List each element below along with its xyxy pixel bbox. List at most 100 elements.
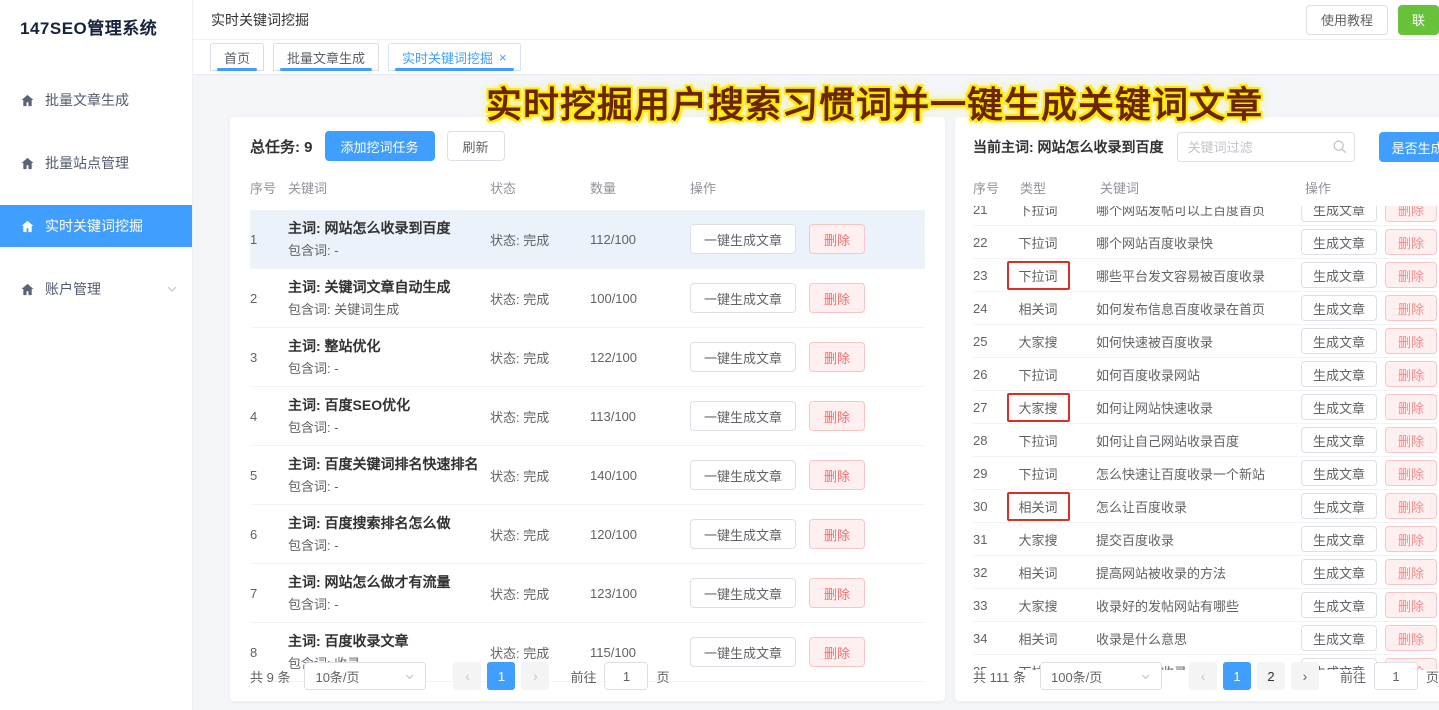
generate-article-button[interactable]: 生成文章 [1301,427,1377,453]
task-no: 1 [250,232,288,247]
generate-all-button[interactable]: 是否生成 [1379,132,1439,162]
goto-page-input[interactable] [1374,662,1418,690]
delete-button[interactable]: 删除 [809,401,865,431]
generate-article-button[interactable]: 一键生成文章 [690,224,796,254]
page-number-button[interactable]: 2 [1257,662,1285,690]
generate-article-button[interactable]: 一键生成文章 [690,283,796,313]
page-unit-label: 页 [656,667,669,686]
next-page-button[interactable]: › [521,662,549,690]
generate-article-button[interactable]: 生成文章 [1301,526,1377,552]
generate-article-button[interactable]: 一键生成文章 [690,342,796,372]
keyword-row: 33 大家搜 收录好的发帖网站有哪些 生成文章 删除 [973,589,1437,622]
tab[interactable]: 批量文章生成 [273,43,379,71]
keyword-actions: 生成文章 删除 [1301,592,1437,618]
tab[interactable]: 首页 [210,43,264,71]
generate-article-button[interactable]: 生成文章 [1301,206,1377,222]
generate-article-button[interactable]: 生成文章 [1301,229,1377,255]
contact-button[interactable]: 联 [1398,5,1439,35]
goto-label: 前往 [1340,667,1366,686]
goto-page: 前往 页 [1340,662,1439,690]
generate-article-button[interactable]: 生成文章 [1301,295,1377,321]
keyword-actions: 生成文章 删除 [1301,625,1437,651]
delete-button[interactable]: 删除 [809,342,865,372]
page-unit-label: 页 [1426,667,1439,686]
close-icon[interactable]: × [499,51,507,64]
generate-article-button[interactable]: 生成文章 [1301,394,1377,420]
sidebar-item-label: 实时关键词挖掘 [45,216,143,236]
sidebar-item[interactable]: 账户管理 [0,268,192,310]
task-keyword-cell: 主词: 百度关键词排名快速排名 包含词: - [288,454,490,496]
page-number-button[interactable]: 1 [487,662,515,690]
task-row[interactable]: 5 主词: 百度关键词排名快速排名 包含词: - 状态: 完成 140/100 … [250,446,925,505]
generate-article-button[interactable]: 一键生成文章 [690,401,796,431]
delete-button[interactable]: 删除 [1385,262,1437,288]
generate-article-button[interactable]: 生成文章 [1301,592,1377,618]
delete-button[interactable]: 删除 [1385,394,1437,420]
keyword-type: 大家搜 [1019,335,1058,350]
delete-button[interactable]: 删除 [1385,361,1437,387]
generate-article-button[interactable]: 一键生成文章 [690,637,796,667]
delete-button[interactable]: 删除 [1385,206,1437,222]
delete-button[interactable]: 删除 [809,283,865,313]
task-row[interactable]: 3 主词: 整站优化 包含词: - 状态: 完成 122/100 一键生成文章 … [250,328,925,387]
task-row[interactable]: 4 主词: 百度SEO优化 包含词: - 状态: 完成 113/100 一键生成… [250,387,925,446]
keyword-filter-input[interactable] [1177,132,1355,162]
home-icon [20,282,35,297]
generate-article-button[interactable]: 生成文章 [1301,262,1377,288]
sidebar-item[interactable]: 实时关键词挖掘 [0,205,192,247]
delete-button[interactable]: 删除 [1385,559,1437,585]
delete-button[interactable]: 删除 [1385,526,1437,552]
generate-article-button[interactable]: 生成文章 [1301,460,1377,486]
sidebar-item[interactable]: 批量站点管理 [0,142,192,184]
delete-button[interactable]: 删除 [1385,427,1437,453]
refresh-button[interactable]: 刷新 [447,131,505,161]
delete-button[interactable]: 删除 [1385,295,1437,321]
generate-article-button[interactable]: 一键生成文章 [690,460,796,490]
add-task-button[interactable]: 添加挖词任务 [325,131,435,161]
top-navbar: 实时关键词挖掘 使用教程 联 [193,0,1439,40]
delete-button[interactable]: 删除 [1385,328,1437,354]
generate-article-button[interactable]: 生成文章 [1301,328,1377,354]
goto-page-input[interactable] [604,662,648,690]
prev-page-button[interactable]: ‹ [1189,662,1217,690]
task-row[interactable]: 2 主词: 关键词文章自动生成 包含词: 关键词生成 状态: 完成 100/10… [250,269,925,328]
task-row[interactable]: 7 主词: 网站怎么做才有流量 包含词: - 状态: 完成 123/100 一键… [250,564,925,623]
task-row[interactable]: 1 主词: 网站怎么收录到百度 包含词: - 状态: 完成 112/100 一键… [250,210,925,269]
delete-button[interactable]: 删除 [1385,229,1437,255]
task-keyword-cell: 主词: 网站怎么做才有流量 包含词: - [288,572,490,614]
keyword-row: 32 相关词 提高网站被收录的方法 生成文章 删除 [973,556,1437,589]
task-keyword-cell: 主词: 关键词文章自动生成 包含词: 关键词生成 [288,277,490,319]
generate-article-button[interactable]: 生成文章 [1301,559,1377,585]
page-size-select[interactable]: 100条/页 [1040,662,1162,690]
generate-article-button[interactable]: 一键生成文章 [690,519,796,549]
prev-page-button[interactable]: ‹ [453,662,481,690]
generate-article-button[interactable]: 生成文章 [1301,625,1377,651]
next-page-button[interactable]: › [1291,662,1319,690]
tutorial-button[interactable]: 使用教程 [1306,5,1388,35]
task-row[interactable]: 6 主词: 百度搜索排名怎么做 包含词: - 状态: 完成 120/100 一键… [250,505,925,564]
keyword-text: 怎么快速让百度收录一个新站 [1096,464,1301,483]
tab[interactable]: 实时关键词挖掘 × [388,43,521,71]
delete-button[interactable]: 删除 [1385,460,1437,486]
page-number-button[interactable]: 1 [1223,662,1251,690]
task-main-keyword: 主词: 关键词文章自动生成 [288,277,482,297]
delete-button[interactable]: 删除 [809,224,865,254]
delete-button[interactable]: 删除 [809,637,865,667]
delete-button[interactable]: 删除 [1385,592,1437,618]
delete-button[interactable]: 删除 [809,460,865,490]
page-size-value: 100条/页 [1051,667,1102,686]
delete-button[interactable]: 删除 [1385,493,1437,519]
sidebar-item-label: 账户管理 [45,279,101,299]
page-size-select[interactable]: 10条/页 [304,662,426,690]
page-buttons: 12 [1220,662,1288,690]
generate-article-button[interactable]: 生成文章 [1301,361,1377,387]
keywords-pagination: 共 111 条 100条/页 ‹ 12 › 前往 页 [973,662,1439,690]
sidebar-item[interactable]: 批量文章生成 [0,79,192,121]
delete-button[interactable]: 删除 [809,519,865,549]
delete-button[interactable]: 删除 [809,578,865,608]
generate-article-button[interactable]: 一键生成文章 [690,578,796,608]
generate-article-button[interactable]: 生成文章 [1301,493,1377,519]
sidebar-nav: 批量文章生成 批量站点管理 实时关键词挖掘 账户管理 [0,79,192,310]
navbar-actions: 使用教程 联 [1306,5,1439,35]
delete-button[interactable]: 删除 [1385,625,1437,651]
